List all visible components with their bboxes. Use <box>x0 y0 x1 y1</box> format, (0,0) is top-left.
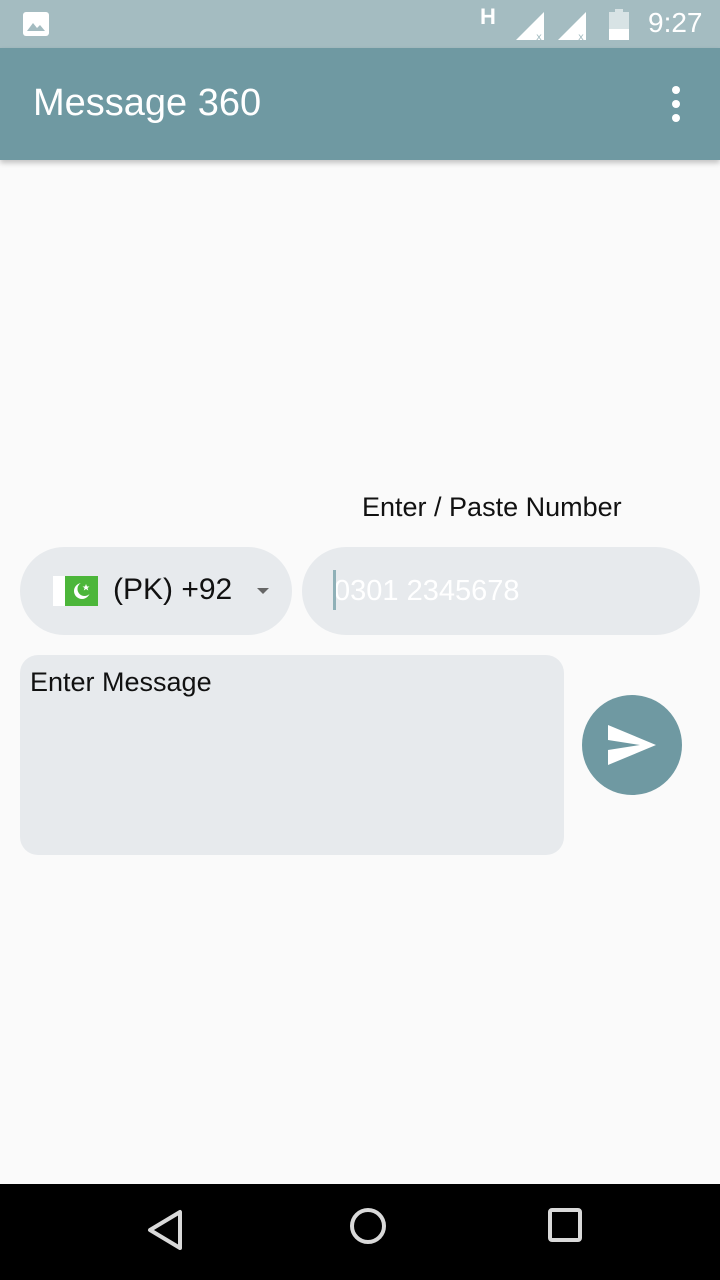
recents-icon[interactable] <box>546 1206 586 1246</box>
svg-text:x: x <box>578 32 584 42</box>
screen: H x x 9:27 Message 360 Enter / Paste Num… <box>0 0 720 1280</box>
dropdown-arrow-icon <box>257 588 269 594</box>
send-button[interactable] <box>582 695 682 795</box>
send-icon <box>608 725 656 765</box>
number-label: Enter / Paste Number <box>362 492 622 522</box>
home-icon[interactable] <box>348 1206 388 1246</box>
signal-icon: x <box>558 12 586 42</box>
navigation-bar <box>0 1184 720 1280</box>
back-icon[interactable] <box>146 1208 186 1252</box>
app-title: Message 360 <box>33 82 262 124</box>
svg-text:x: x <box>536 32 542 42</box>
message-box <box>20 655 564 855</box>
text-cursor <box>333 570 336 610</box>
country-code-picker[interactable]: (PK) +92 <box>20 547 292 635</box>
gallery-icon <box>23 12 49 36</box>
country-code-label: (PK) +92 <box>113 573 233 606</box>
clock: 9:27 <box>648 7 703 38</box>
status-bar: H x x 9:27 <box>0 0 720 48</box>
message-input[interactable] <box>30 667 550 843</box>
signal-icon: x <box>516 12 544 42</box>
pakistan-flag-icon <box>53 576 98 606</box>
app-bar: Message 360 <box>0 48 720 160</box>
phone-number-input[interactable] <box>334 569 674 613</box>
more-vert-icon[interactable] <box>660 84 692 124</box>
phone-number-field <box>302 547 700 635</box>
network-type: H <box>480 4 496 29</box>
battery-icon <box>609 9 629 40</box>
